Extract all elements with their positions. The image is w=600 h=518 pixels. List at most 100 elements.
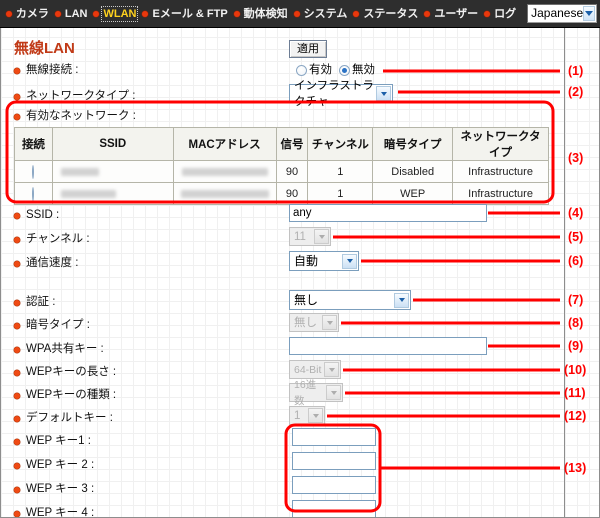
nav-item-email-ftp[interactable]: Eメール & FTP (139, 8, 230, 20)
language-select[interactable]: Japanese (527, 4, 598, 23)
radio-label-disabled: 無効 (352, 64, 375, 76)
annotation-1: (1) (568, 64, 584, 78)
wep-key-4-input[interactable] (292, 500, 376, 517)
wep-key-3-input[interactable] (292, 476, 376, 494)
bullet-icon (14, 113, 20, 120)
chevron-down-icon (308, 408, 323, 423)
redacted-ssid (60, 167, 99, 176)
bullet-icon (14, 322, 20, 329)
language-select-value: Japanese (531, 6, 584, 20)
network-type-select[interactable]: インフラストラクチャ (289, 80, 393, 108)
col-header-encryption: 暗号タイプ (372, 127, 454, 161)
top-navigation-bar: カメラ LAN WLAN Eメール & FTP 動体検知 システム ステータス … (0, 0, 600, 28)
encryption-type-select-value: 無し (294, 316, 317, 329)
nav-label-email-ftp: Eメール & FTP (152, 7, 228, 20)
annotation-10: (10) (564, 363, 587, 377)
encryption-type-select[interactable]: 無し (289, 313, 339, 332)
bullet-icon (353, 10, 360, 17)
default-key-select[interactable]: 1 (289, 406, 325, 425)
ssid-input[interactable]: any (289, 204, 487, 222)
bullet-icon (142, 10, 149, 17)
wep-key-2-input[interactable] (292, 452, 376, 470)
annotation-5: (5) (568, 230, 584, 244)
nav-item-status[interactable]: ステータス (350, 8, 421, 20)
table-row[interactable]: 90 1 Disabled Infrastructure (14, 160, 549, 183)
page-title: 無線LAN (14, 40, 75, 57)
nav-item-log[interactable]: ログ (481, 8, 519, 20)
wep-key-format-select[interactable]: 16進数 (289, 379, 343, 407)
nav-label-lan: LAN (64, 7, 88, 20)
bullet-icon (14, 236, 20, 243)
cell-ssid (51, 182, 174, 205)
bullet-icon (14, 93, 20, 100)
nav-label-wlan: WLAN (101, 5, 139, 22)
bullet-icon (14, 346, 20, 353)
annotation-6: (6) (568, 254, 584, 268)
nav-item-lan[interactable]: LAN (52, 8, 91, 20)
cell-signal: 90 (275, 182, 309, 205)
row-radio-button[interactable] (32, 186, 35, 201)
nav-item-system[interactable]: システム (291, 8, 351, 20)
available-networks-table: 接続 SSID MACアドレス 信号 チャンネル 暗号タイプ ネットワークタイプ… (14, 127, 549, 205)
apply-button[interactable]: 適用 (289, 40, 327, 58)
cell-ssid (51, 160, 174, 183)
page-content: 無線LAN 適用 無線接続 : 有効 無効 ネットワークタイプ : インフラスト… (0, 28, 600, 518)
bullet-icon (14, 438, 20, 445)
radio-option-enabled[interactable]: 有効 (296, 64, 332, 76)
col-header-mac: MACアドレス (172, 127, 277, 161)
cell-mac (172, 182, 277, 205)
bullet-icon (484, 10, 491, 17)
channel-select-value: 11 (294, 230, 306, 243)
nav-label-user: ユーザー (434, 7, 479, 20)
redacted-mac (181, 167, 268, 176)
bullet-icon (93, 10, 100, 17)
annotation-9: (9) (568, 339, 584, 353)
field-label-available-networks: 有効なネットワーク : (14, 110, 136, 123)
table-row[interactable]: 90 1 WEP Infrastructure (14, 182, 549, 205)
chevron-down-icon (342, 253, 357, 269)
wep-key-format-value: 16進数 (294, 378, 317, 407)
chevron-down-icon (376, 86, 391, 101)
annotation-8: (8) (568, 316, 584, 330)
bullet-icon (14, 415, 20, 422)
radio-button-disabled[interactable] (339, 64, 350, 76)
cell-encryption: Disabled (372, 160, 454, 183)
nav-item-motion-detection[interactable]: 動体検知 (231, 8, 291, 20)
bullet-icon (293, 10, 300, 17)
wep-key-1-input[interactable] (292, 428, 376, 446)
nav-label-status: ステータス (363, 7, 419, 20)
radio-option-disabled[interactable]: 無効 (339, 64, 375, 76)
cell-network-type: Infrastructure (452, 160, 549, 183)
nav-item-camera[interactable]: カメラ (3, 8, 52, 20)
field-label-wpa-shared-key: WPA共有キー : (14, 343, 104, 356)
chevron-down-icon (583, 6, 596, 21)
channel-select[interactable]: 11 (289, 227, 331, 246)
col-header-ssid: SSID (51, 127, 174, 161)
chevron-down-icon (314, 229, 329, 244)
cell-channel: 1 (307, 160, 374, 183)
cell-connect-radio[interactable] (14, 160, 53, 183)
nav-item-user[interactable]: ユーザー (421, 8, 481, 20)
nav-item-wlan[interactable]: WLAN (90, 5, 139, 22)
field-label-data-rate: 通信速度 : (14, 257, 78, 270)
network-type-select-value: インフラストラクチャ (294, 79, 374, 108)
field-label-wep-key-1: WEP キー1 : (14, 435, 91, 448)
data-rate-select[interactable]: 自動 (289, 251, 359, 271)
wpa-shared-key-input[interactable] (289, 337, 487, 355)
table-header-row: 接続 SSID MACアドレス 信号 チャンネル 暗号タイプ ネットワークタイプ (14, 127, 549, 161)
cell-connect-radio[interactable] (14, 182, 53, 205)
bullet-icon (14, 299, 20, 306)
cell-encryption: WEP (372, 182, 454, 205)
default-key-value: 1 (294, 409, 301, 422)
nav-label-camera: カメラ (15, 7, 49, 20)
field-label-wireless-connection: 無線接続 : (14, 64, 78, 77)
bullet-icon (14, 67, 20, 74)
nav-label-log: ログ (494, 7, 517, 20)
wep-key-length-value: 64-Bit (294, 363, 322, 376)
annotation-3: (3) (568, 151, 584, 165)
radio-button-enabled[interactable] (296, 64, 307, 76)
authentication-select[interactable]: 無し (289, 290, 411, 310)
cell-network-type: Infrastructure (452, 182, 549, 205)
row-radio-button[interactable] (32, 164, 35, 179)
ssid-input-value: any (293, 207, 312, 219)
